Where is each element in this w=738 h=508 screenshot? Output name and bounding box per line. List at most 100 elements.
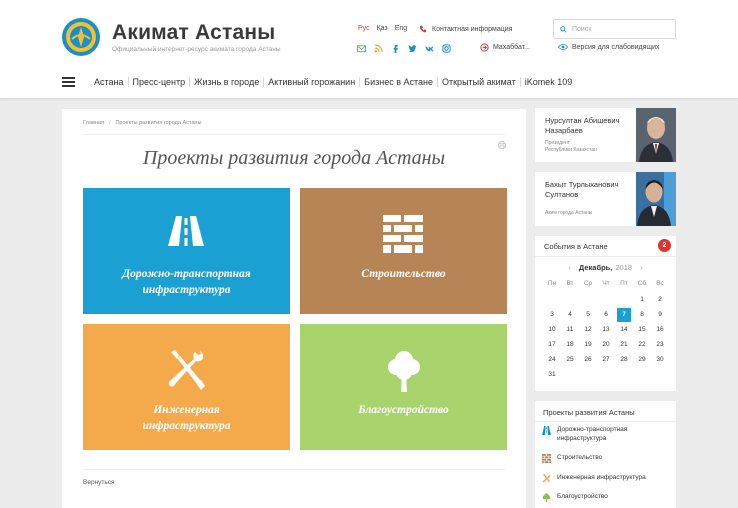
main-nav: Астана Пресс-центр Жизнь в городе Активн…	[62, 77, 576, 87]
calendar-day[interactable]: 13	[597, 323, 615, 338]
calendar-day[interactable]: 29	[633, 353, 651, 368]
calendar-day[interactable]: 27	[597, 353, 615, 368]
tile-road-infrastructure[interactable]: Дорожно-транспортная инфраструктура	[83, 188, 290, 314]
calendar-day[interactable]: 8	[633, 308, 651, 323]
vk-icon[interactable]	[425, 44, 434, 53]
calendar-day-today[interactable]: 7	[617, 308, 631, 322]
calendar-day[interactable]: 3	[543, 308, 561, 323]
calendar-day[interactable]: 23	[651, 338, 669, 353]
menu-icon[interactable]	[62, 77, 75, 87]
calendar-day[interactable]: 22	[633, 338, 651, 353]
person-role: Аким города Астаны	[545, 210, 593, 216]
calendar-day[interactable]: 11	[561, 323, 579, 338]
projects-sidebar: Проекты развития Астаны Дорожно-транспор…	[535, 401, 676, 508]
tree-icon	[388, 351, 420, 392]
instagram-icon[interactable]	[442, 44, 451, 53]
feedback-icon	[480, 43, 489, 52]
tile-landscaping[interactable]: Благоустройство	[300, 324, 507, 450]
nav-item-city-life[interactable]: Жизнь в городе	[190, 77, 265, 87]
brick-wall-icon	[542, 454, 551, 463]
eye-icon	[558, 44, 568, 50]
nav-item-open-akimat[interactable]: Открытый акимат	[438, 77, 521, 87]
breadcrumb-home[interactable]: Главная	[83, 120, 104, 126]
sidebar-item-construction[interactable]: Строительство	[542, 453, 672, 463]
sidebar-item-landscaping[interactable]: Благоустройство	[542, 492, 672, 502]
sidebar-item-road-infrastructure[interactable]: Дорожно-транспортная инфраструктура	[542, 425, 672, 443]
calendar-day[interactable]: 6	[597, 308, 615, 323]
akim-card[interactable]: Бахыт Турлыханович Султанов Аким города …	[535, 172, 676, 226]
calendar-day[interactable]: 17	[543, 338, 561, 353]
calendar-day[interactable]: 31	[543, 368, 561, 383]
divider	[83, 134, 505, 135]
chevron-left-icon[interactable]: ‹	[568, 263, 571, 272]
lang-kz[interactable]: Қаз	[377, 25, 388, 32]
road-icon	[542, 426, 551, 435]
search-input[interactable]	[572, 25, 672, 33]
calendar-day[interactable]: 2	[651, 293, 669, 308]
site-header: Акимат Астаны Официальный интернет-ресур…	[0, 0, 738, 99]
nav-item-ikomek[interactable]: iKomek 109	[521, 77, 577, 87]
feedback-label: Махаббат...	[493, 44, 530, 51]
events-calendar: События в Астане 2 ‹ Декабрь, 2018 › Пн Вт…	[535, 236, 676, 391]
tile-label-line2: инфраструктура	[142, 420, 231, 432]
calendar-day[interactable]: 25	[561, 353, 579, 368]
back-link[interactable]: Вернуться	[83, 479, 115, 486]
calendar-day[interactable]: 5	[579, 308, 597, 323]
events-title[interactable]: События в Астане	[544, 242, 608, 251]
calendar-day[interactable]: 19	[579, 338, 597, 353]
calendar-header: ‹ Декабрь, 2018 ›	[535, 263, 676, 272]
calendar-day[interactable]: 4	[561, 308, 579, 323]
divider	[83, 469, 505, 470]
tile-engineering-infrastructure[interactable]: Инженерная инфраструктура	[83, 324, 290, 450]
calendar-day[interactable]: 20	[597, 338, 615, 353]
nav-item-active-citizen[interactable]: Активный горожанин	[264, 77, 361, 87]
calendar-day[interactable]: 1	[633, 293, 651, 308]
tools-icon	[542, 474, 551, 483]
nav-item-astana[interactable]: Астана	[90, 77, 129, 87]
calendar-day[interactable]: 18	[561, 338, 579, 353]
search-icon[interactable]	[560, 25, 567, 33]
calendar-month-label: Декабрь, 2018	[578, 263, 633, 272]
feedback-link[interactable]: Махаббат...	[480, 43, 530, 52]
calendar-day[interactable]: 9	[651, 308, 669, 323]
calendar-day[interactable]: 28	[615, 353, 633, 368]
lang-ru[interactable]: Рус	[358, 25, 370, 32]
calendar-day[interactable]: 14	[615, 323, 633, 338]
mail-icon[interactable]	[357, 44, 366, 53]
calendar-empty-cell	[597, 293, 615, 308]
facebook-icon[interactable]	[391, 44, 400, 53]
chevron-right-icon[interactable]: ›	[640, 263, 643, 272]
breadcrumb-separator: /	[108, 120, 111, 126]
calendar-day[interactable]: 12	[579, 323, 597, 338]
calendar-empty-cell	[579, 293, 597, 308]
calendar-weekday: Вт	[566, 280, 574, 287]
tile-label-line1: Дорожно-транспортная	[122, 268, 251, 280]
calendar-day[interactable]: 26	[579, 353, 597, 368]
calendar-day[interactable]: 15	[633, 323, 651, 338]
calendar-day[interactable]: 16	[651, 323, 669, 338]
nav-item-business[interactable]: Бизнес в Астане	[360, 77, 438, 87]
sidebar-item-label: Благоустройство	[557, 493, 608, 500]
calendar-day[interactable]: 21	[615, 338, 633, 353]
tools-icon	[168, 350, 205, 390]
calendar-day[interactable]: 10	[543, 323, 561, 338]
contact-info-link[interactable]: Контактная информация	[419, 25, 512, 33]
brick-wall-icon	[383, 215, 423, 253]
sidebar-item-engineering-infrastructure[interactable]: Инженерная инфраструктура	[542, 473, 672, 483]
tile-construction[interactable]: Строительство	[300, 188, 507, 314]
rss-icon[interactable]	[374, 44, 383, 53]
calendar-weekday: Пт	[620, 280, 628, 287]
lang-en[interactable]: Eng	[395, 25, 407, 32]
sidebar-item-label: Инженерная инфраструктура	[557, 474, 646, 481]
calendar-day[interactable]: 24	[543, 353, 561, 368]
projects-sidebar-title: Проекты развития Астаны	[543, 408, 635, 417]
divider	[535, 421, 676, 422]
astana-emblem-logo[interactable]	[61, 17, 101, 57]
site-title[interactable]: Акимат Астаны	[112, 21, 275, 45]
low-vision-link[interactable]: Версия для слабовидящих	[558, 43, 660, 51]
nav-item-press-center[interactable]: Пресс-центр	[129, 77, 191, 87]
akim-photo	[636, 172, 676, 226]
twitter-icon[interactable]	[408, 44, 417, 53]
calendar-day[interactable]: 30	[651, 353, 669, 368]
president-card[interactable]: Нурсултан Абишевич Назарбаев Президент Р…	[535, 108, 676, 162]
